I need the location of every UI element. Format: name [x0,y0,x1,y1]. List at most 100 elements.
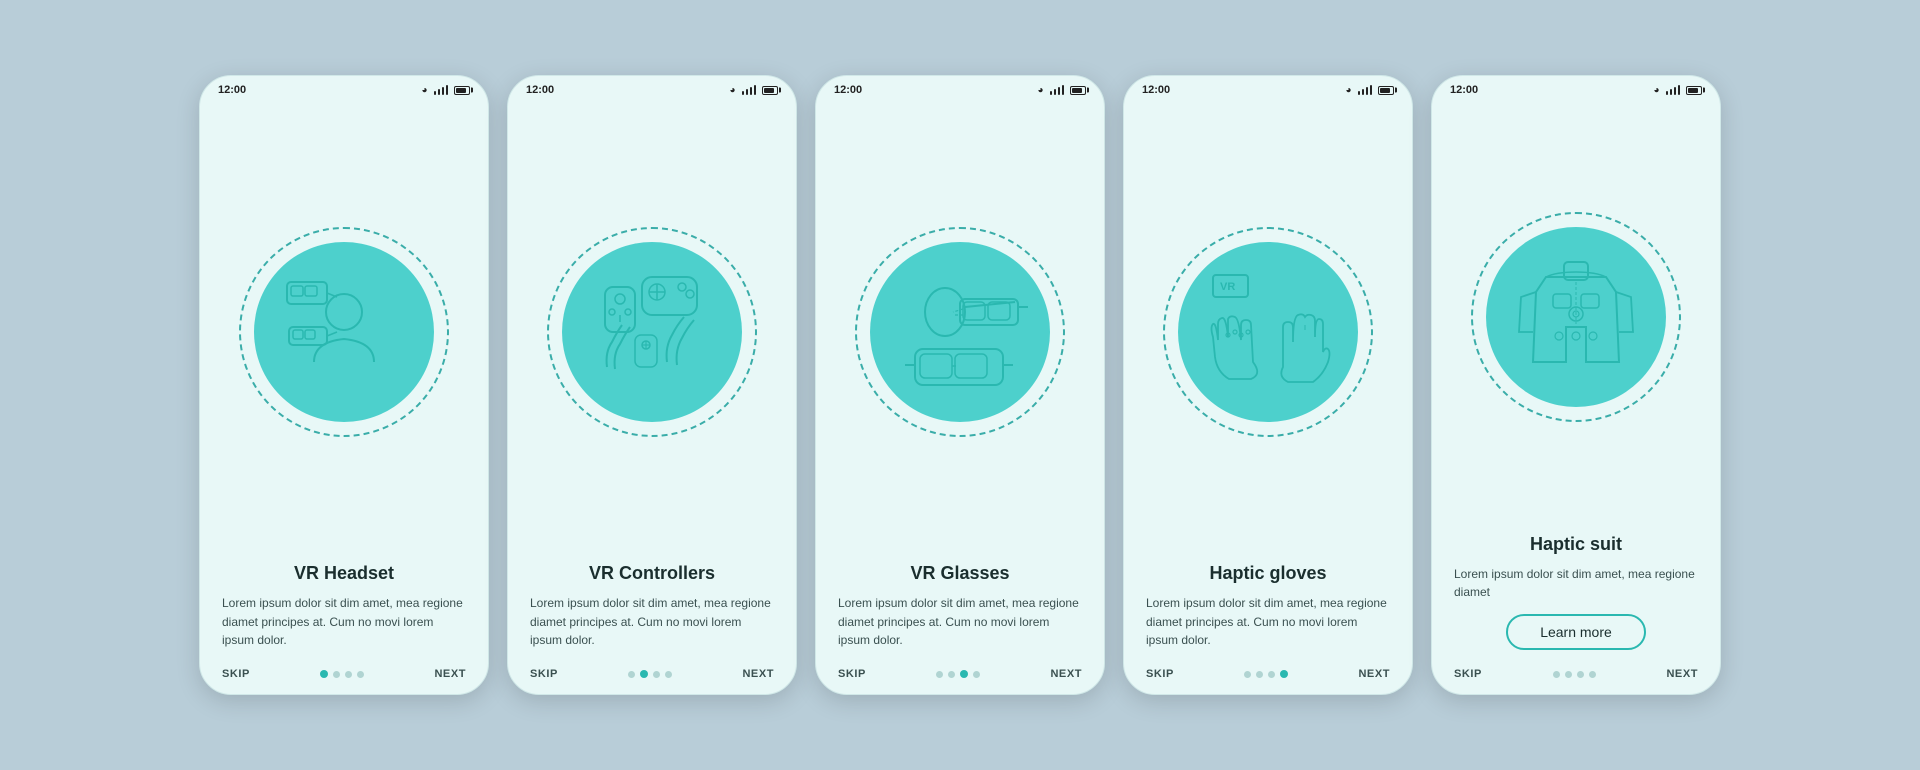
next-1[interactable]: NEXT [434,668,466,680]
phone-1-vr-headset: 12:00 ◕ [199,75,489,695]
circle-bg-1 [254,242,434,422]
signal-bars-2 [742,85,757,95]
dot-3-3 [960,670,968,678]
signal-bars-3 [1050,85,1065,95]
content-1: VR Headset Lorem ipsum dolor sit dim ame… [200,563,488,660]
wifi-icon-3: ◕ [1037,85,1043,96]
content-5: Haptic suit Lorem ipsum dolor sit dim am… [1432,534,1720,660]
phone-4-haptic-gloves: 12:00 ◕ VR [1123,75,1413,695]
dot-4-4 [1280,670,1288,678]
card-title-2: VR Controllers [530,563,774,584]
card-body-2: Lorem ipsum dolor sit dim amet, mea regi… [530,594,774,650]
dot-1-2 [333,671,340,678]
dot-1-1 [320,670,328,678]
status-bar-4: 12:00 ◕ [1124,76,1412,100]
dot-3-4 [973,671,980,678]
dot-2-4 [665,671,672,678]
signal-bars-5 [1666,85,1681,95]
illustration-3 [816,100,1104,563]
next-3[interactable]: NEXT [1050,668,1082,680]
status-bar-2: 12:00 ◕ [508,76,796,100]
skip-3[interactable]: SKIP [838,668,866,680]
dot-1-3 [345,671,352,678]
bottom-nav-4: SKIP NEXT [1124,660,1412,694]
signal-bars-4 [1358,85,1373,95]
battery-icon-5 [1686,86,1702,95]
skip-2[interactable]: SKIP [530,668,558,680]
dots-4 [1244,670,1288,678]
circle-bg-3 [870,242,1050,422]
next-2[interactable]: NEXT [742,668,774,680]
signal-bars-1 [434,85,449,95]
next-4[interactable]: NEXT [1358,668,1390,680]
card-title-3: VR Glasses [838,563,1082,584]
time-2: 12:00 [526,84,554,96]
status-icons-2: ◕ [729,85,778,96]
status-icons-4: ◕ [1345,85,1394,96]
dot-2-1 [628,671,635,678]
bottom-nav-1: SKIP NEXT [200,660,488,694]
dot-1-4 [357,671,364,678]
phone-2-vr-controllers: 12:00 ◕ [507,75,797,695]
time-5: 12:00 [1450,84,1478,96]
card-body-1: Lorem ipsum dolor sit dim amet, mea regi… [222,594,466,650]
dot-3-1 [936,671,943,678]
dot-5-1 [1553,671,1560,678]
status-bar-3: 12:00 ◕ [816,76,1104,100]
dot-2-2 [640,670,648,678]
content-4: Haptic gloves Lorem ipsum dolor sit dim … [1124,563,1412,660]
wifi-icon-5: ◕ [1653,85,1659,96]
skip-4[interactable]: SKIP [1146,668,1174,680]
vr-controllers-icon [577,257,727,407]
card-body-5: Lorem ipsum dolor sit dim amet, mea regi… [1454,565,1698,602]
dot-3-2 [948,671,955,678]
card-title-1: VR Headset [222,563,466,584]
haptic-suit-icon [1501,242,1651,392]
svg-text:VR: VR [1220,281,1235,293]
illustration-4: VR [1124,100,1412,563]
illustration-1 [200,100,488,563]
status-icons-3: ◕ [1037,85,1086,96]
time-4: 12:00 [1142,84,1170,96]
card-title-4: Haptic gloves [1146,563,1390,584]
bottom-nav-3: SKIP NEXT [816,660,1104,694]
dot-2-3 [653,671,660,678]
battery-icon-2 [762,86,778,95]
dots-3 [936,670,980,678]
illustration-2 [508,100,796,563]
learn-more-button[interactable]: Learn more [1506,614,1646,650]
status-bar-1: 12:00 ◕ [200,76,488,100]
dot-5-4 [1589,671,1596,678]
circle-bg-2 [562,242,742,422]
phone-5-haptic-suit: 12:00 ◕ [1431,75,1721,695]
time-3: 12:00 [834,84,862,96]
card-body-3: Lorem ipsum dolor sit dim amet, mea regi… [838,594,1082,650]
illustration-5 [1432,100,1720,534]
battery-icon-3 [1070,86,1086,95]
next-5[interactable]: NEXT [1666,668,1698,680]
wifi-icon-1: ◕ [421,85,427,96]
battery-icon-1 [454,86,470,95]
vr-headset-icon [269,257,419,407]
status-bar-5: 12:00 ◕ [1432,76,1720,100]
dot-4-2 [1256,671,1263,678]
dots-1 [320,670,364,678]
bottom-nav-2: SKIP NEXT [508,660,796,694]
battery-icon-4 [1378,86,1394,95]
vr-glasses-icon [885,257,1035,407]
bottom-nav-5: SKIP NEXT [1432,660,1720,694]
dots-2 [628,670,672,678]
status-icons-5: ◕ [1653,85,1702,96]
wifi-icon-4: ◕ [1345,85,1351,96]
dot-4-3 [1268,671,1275,678]
card-body-4: Lorem ipsum dolor sit dim amet, mea regi… [1146,594,1390,650]
dot-5-3 [1577,671,1584,678]
haptic-gloves-icon: VR [1193,257,1343,407]
phone-3-vr-glasses: 12:00 ◕ [815,75,1105,695]
phones-container: 12:00 ◕ [179,55,1741,715]
card-title-5: Haptic suit [1454,534,1698,555]
skip-1[interactable]: SKIP [222,668,250,680]
dot-4-1 [1244,671,1251,678]
dots-5 [1553,671,1596,678]
skip-5[interactable]: SKIP [1454,668,1482,680]
